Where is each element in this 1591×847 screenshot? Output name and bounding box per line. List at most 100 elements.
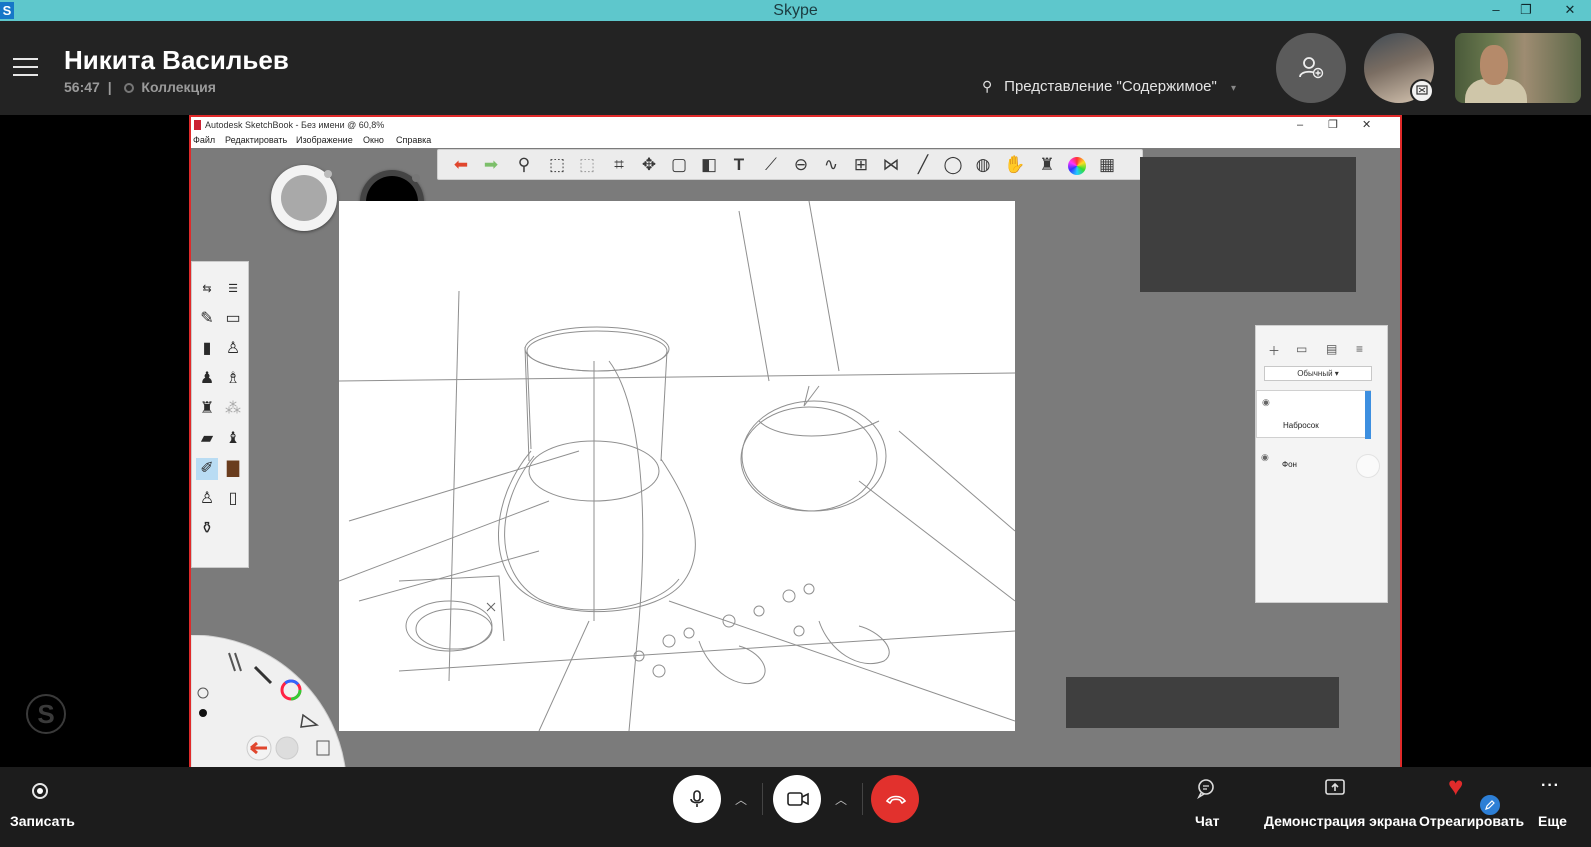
brush-block-icon: ▯ (228, 490, 238, 507)
palette-menu-icon: ☰ (228, 283, 238, 295)
window-titlebar: S Skype – ❐ ✕ (0, 0, 1591, 21)
chat-button[interactable] (1195, 777, 1217, 800)
sketchbook-title: Autodesk SketchBook - Без имени @ 60,8% (205, 120, 385, 130)
color-wheel-icon (1066, 154, 1088, 176)
brush-selected-pencil-icon: ✐ (196, 458, 218, 480)
brush-ink-icon: ♙ (225, 340, 241, 357)
menu-window: Окно (363, 135, 384, 145)
brush-eraser-icon: ▭ (225, 310, 241, 327)
brush-library-icon: ♜ (1039, 155, 1055, 174)
menu-help: Справка (396, 135, 432, 145)
sketchbook-menubar: Файл Редактировать Изображение Окно Спра… (191, 133, 1400, 148)
visibility-icon: ◉ (1261, 452, 1269, 462)
video-button[interactable] (773, 775, 821, 823)
close-button[interactable]: ✕ (1555, 0, 1585, 21)
chevron-down-icon: ▾ (1231, 83, 1237, 94)
brush-airbrush-icon: ♜ (199, 400, 215, 417)
layer-name: Фон (1282, 460, 1297, 469)
react-label[interactable]: Отреагировать (1419, 813, 1524, 829)
microphone-button[interactable] (673, 775, 721, 823)
minimize-button[interactable]: – (1481, 0, 1511, 21)
copic-library-icon: ▦ (1098, 155, 1116, 174)
chat-icon (1197, 779, 1214, 800)
record-label[interactable]: Записать (10, 813, 75, 829)
collection-label[interactable]: Коллекция (141, 79, 216, 95)
ellipse-guide-icon: ⊖ (793, 155, 809, 174)
layer-name: Набросок (1283, 421, 1319, 430)
call-header: Никита Васильев 56:47 | Коллекция ⚲ Пред… (0, 21, 1591, 115)
blend-mode-select: Обычный ▾ (1264, 366, 1372, 381)
pencil-icon (1485, 800, 1495, 810)
record-icon[interactable] (32, 783, 48, 799)
sketchbook-titlebar: Autodesk SketchBook - Без имени @ 60,8% … (191, 117, 1400, 133)
sketchbook-app-icon (194, 120, 201, 130)
heart-icon[interactable]: ♥ (1448, 773, 1463, 799)
controls-divider (762, 783, 763, 815)
self-video-face (1480, 45, 1508, 85)
view-mode-toggle[interactable]: ⚲ Представление "Содержимое" ▾ (982, 78, 1236, 95)
empty-panel-top (1140, 157, 1356, 292)
brush-oil-icon: ▇ (226, 460, 240, 477)
crop-icon: ⌗ (614, 155, 624, 174)
zoom-icon: ⚲ (517, 155, 531, 174)
histogram-icon: ▤ (1326, 342, 1338, 356)
sb-restore-icon: ❐ (1328, 119, 1338, 131)
palette-swap-icon: ⇆ (202, 283, 212, 295)
brush-nib-icon: ♝ (225, 430, 241, 447)
brush-marker-icon: ▮ (202, 340, 212, 357)
symmetry-icon: ⋈ (882, 155, 900, 174)
pencil-sketch-drawing (339, 201, 1015, 731)
oval-icon: ◯ (943, 155, 963, 174)
drawing-canvas[interactable] (339, 201, 1015, 731)
hang-up-icon (885, 795, 907, 805)
self-video-preview[interactable] (1455, 33, 1581, 103)
call-meta: 56:47 | Коллекция (64, 79, 216, 95)
layer-menu-icon: ≡ (1356, 342, 1364, 356)
blend-mode-value: Обычный (1297, 369, 1333, 378)
sb-minimize-icon: – (1297, 119, 1304, 131)
brush-chisel-icon: ▰ (200, 430, 214, 447)
more-label[interactable]: Еще (1538, 813, 1567, 829)
video-options-chevron-icon[interactable]: ︿ (835, 791, 847, 808)
select-icon: ⬚ (548, 155, 566, 174)
select-alt-icon: ⬚ (578, 155, 596, 174)
layer-row: ◉ Фон (1256, 446, 1380, 494)
screen-share-label[interactable]: Демонстрация экрана (1264, 813, 1417, 829)
share-screen-button[interactable] (1324, 777, 1346, 799)
share-screen-icon (1325, 779, 1345, 795)
hand-icon: ✋ (1004, 155, 1026, 174)
text-icon: T (733, 155, 745, 174)
layers-panel: ＋ ▭ ▤ ≡ Обычный ▾ ◉ Набросок ◉ Фон (1255, 325, 1388, 603)
chat-label[interactable]: Чат (1195, 813, 1219, 829)
sb-close-icon: ✕ (1362, 119, 1372, 131)
meta-separator: | (107, 79, 112, 95)
mic-options-chevron-icon[interactable]: ︿ (735, 791, 747, 808)
selected-layer-bar (1365, 391, 1371, 439)
restore-button[interactable]: ❐ (1511, 0, 1541, 21)
transform-icon: ▢ (670, 155, 688, 174)
folder-icon: ▭ (1296, 342, 1308, 356)
empty-panel-bottom (1066, 677, 1339, 728)
pin-icon: ⚲ (982, 78, 993, 94)
shape-icon: ◍ (975, 155, 991, 174)
brush-bottle-icon: ⚱ (200, 520, 214, 537)
line-icon: ╱ (917, 155, 929, 174)
menu-file: Файл (193, 135, 216, 145)
visibility-icon: ◉ (1262, 397, 1270, 407)
brush-pen-icon: ♗ (225, 370, 241, 387)
brush-fine-pen-icon: ♙ (199, 490, 215, 507)
layer-thumbnail (1356, 454, 1380, 478)
layer-row: ◉ Набросок (1256, 390, 1371, 439)
add-participant-button[interactable] (1276, 33, 1346, 103)
hamburger-icon[interactable] (13, 58, 38, 77)
sketchbook-toolbar: ⬅ ➡ ⚲ ⬚ ⬚ ⌗ ✥ ▢ ◧ T ⟋ ⊖ ∿ ⊞ ⋈ ╱ ◯ ◍ ✋ ♜ … (437, 149, 1143, 180)
add-person-icon (1299, 57, 1324, 79)
ruler-icon: ⟋ (765, 155, 777, 174)
perspective-icon: ⊞ (853, 155, 869, 174)
microphone-icon (690, 790, 704, 807)
hang-up-button[interactable] (871, 775, 919, 823)
lagoon-radial-menu (191, 634, 351, 767)
more-options-icon[interactable]: ··· (1541, 777, 1560, 795)
call-controls-bar: Записать ︿ ︿ Чат Демонстрация экрана ♥ О… (0, 767, 1591, 847)
screen-share-badge-icon (1416, 85, 1428, 95)
